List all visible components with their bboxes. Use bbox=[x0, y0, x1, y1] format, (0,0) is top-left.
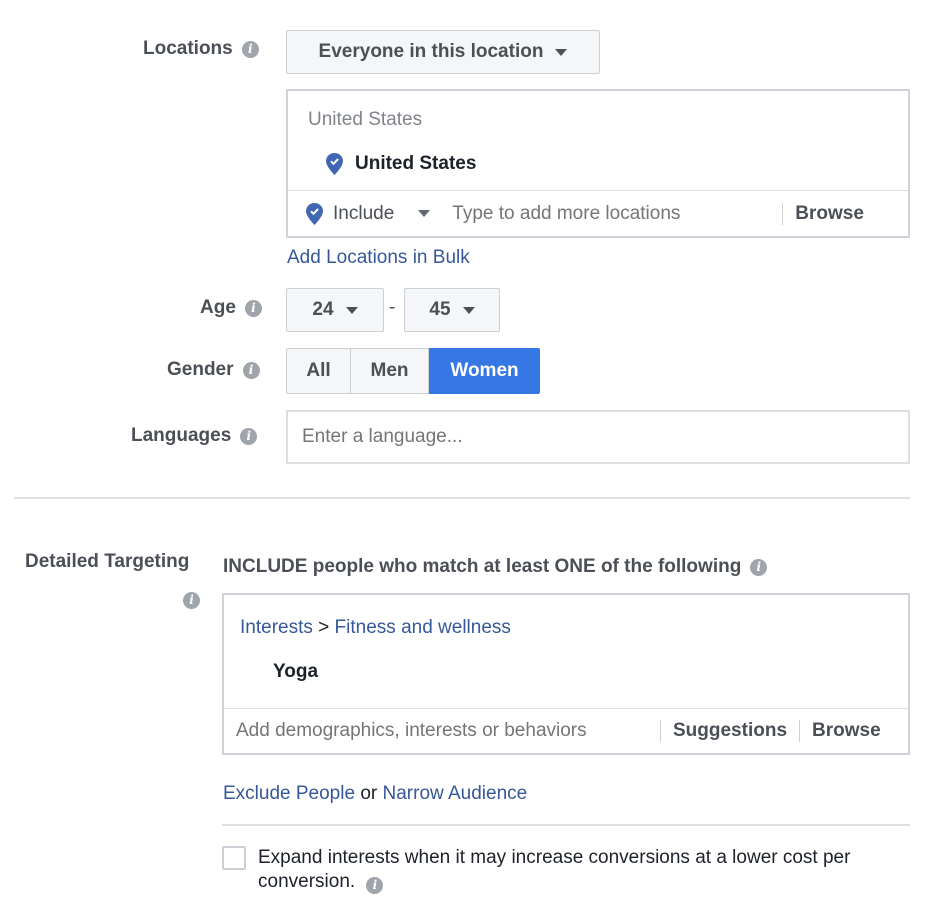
location-pin-icon bbox=[326, 153, 343, 175]
age-min-dropdown[interactable]: 24 bbox=[286, 288, 384, 332]
browse-locations-button[interactable]: Browse bbox=[795, 203, 864, 225]
languages-row-label: Languages i bbox=[131, 425, 258, 447]
exclude-narrow-row: Exclude People or Narrow Audience bbox=[223, 783, 527, 805]
section-divider bbox=[14, 497, 910, 499]
info-icon[interactable]: i bbox=[242, 361, 260, 379]
info-icon[interactable]: i bbox=[750, 558, 768, 576]
age-label: Age bbox=[200, 297, 236, 318]
narrow-audience-link[interactable]: Narrow Audience bbox=[383, 783, 528, 804]
divider bbox=[660, 720, 661, 742]
browse-targeting-button[interactable]: Browse bbox=[812, 720, 881, 742]
exclude-people-link[interactable]: Exclude People bbox=[223, 783, 355, 804]
add-locations-bulk-link[interactable]: Add Locations in Bulk bbox=[287, 247, 470, 269]
gender-women-button[interactable]: Women bbox=[429, 348, 540, 394]
location-input-bar: Include Browse bbox=[288, 190, 908, 236]
languages-label: Languages bbox=[131, 425, 232, 446]
location-mode-dropdown[interactable]: Everyone in this location bbox=[286, 30, 600, 74]
breadcrumb-interests-link[interactable]: Interests bbox=[240, 617, 313, 638]
targeting-divider bbox=[222, 824, 910, 826]
targeting-breadcrumb: Interests > Fitness and wellness bbox=[240, 617, 511, 639]
info-icon[interactable]: i bbox=[183, 592, 200, 609]
chevron-down-icon bbox=[462, 306, 475, 314]
locations-box: United States United States Include Brow… bbox=[286, 89, 910, 238]
info-icon[interactable]: i bbox=[366, 877, 384, 894]
gender-men-button[interactable]: Men bbox=[351, 348, 429, 394]
chevron-down-icon bbox=[418, 210, 431, 217]
location-mode-label: Everyone in this location bbox=[318, 41, 544, 62]
expand-interests-checkbox[interactable] bbox=[222, 846, 246, 870]
language-input[interactable] bbox=[286, 410, 910, 464]
targeting-input-bar: Suggestions Browse bbox=[224, 708, 908, 753]
selected-location-name: United States bbox=[355, 153, 477, 174]
location-search-input[interactable] bbox=[452, 202, 783, 225]
gender-all-button[interactable]: All bbox=[286, 348, 351, 394]
expand-interests-text: Expand interests when it may increase co… bbox=[258, 846, 918, 894]
gender-label: Gender bbox=[167, 359, 234, 380]
info-icon[interactable]: i bbox=[240, 427, 258, 445]
selected-location-item[interactable]: United States bbox=[326, 153, 476, 175]
include-dropdown[interactable]: Include bbox=[288, 202, 431, 225]
targeting-search-input[interactable] bbox=[236, 720, 656, 742]
age-min-value: 24 bbox=[312, 299, 334, 320]
gender-segmented-control: All Men Women bbox=[286, 348, 540, 394]
age-max-dropdown[interactable]: 45 bbox=[404, 288, 500, 332]
include-heading: INCLUDE people who match at least ONE of… bbox=[223, 556, 742, 577]
age-max-value: 45 bbox=[429, 299, 451, 320]
info-icon[interactable]: i bbox=[241, 40, 259, 58]
include-label: Include bbox=[333, 202, 395, 224]
age-row-label: Age i bbox=[200, 297, 262, 319]
divider bbox=[799, 720, 801, 742]
detailed-targeting-box: Interests > Fitness and wellness Yoga Su… bbox=[222, 593, 910, 755]
locations-list-header: United States bbox=[308, 109, 423, 130]
targeting-item-yoga[interactable]: Yoga bbox=[273, 661, 318, 683]
chevron-down-icon bbox=[345, 306, 358, 314]
breadcrumb-arrow: > bbox=[318, 617, 330, 638]
or-text: or bbox=[360, 783, 378, 804]
age-separator: - bbox=[389, 297, 396, 318]
locations-label: Locations bbox=[143, 38, 233, 59]
expand-interests-label: Expand interests when it may increase co… bbox=[258, 847, 851, 892]
info-icon[interactable]: i bbox=[244, 299, 262, 317]
detailed-targeting-label: Detailed Targeting bbox=[25, 551, 190, 572]
include-heading-row: INCLUDE people who match at least ONE of… bbox=[223, 556, 768, 578]
chevron-down-icon bbox=[555, 48, 568, 56]
locations-row-label: Locations i bbox=[143, 38, 259, 60]
location-pin-icon bbox=[306, 202, 323, 225]
suggestions-button[interactable]: Suggestions bbox=[673, 720, 787, 742]
gender-row-label: Gender i bbox=[167, 359, 260, 381]
breadcrumb-fitness-link[interactable]: Fitness and wellness bbox=[335, 617, 511, 638]
divider bbox=[782, 202, 784, 225]
